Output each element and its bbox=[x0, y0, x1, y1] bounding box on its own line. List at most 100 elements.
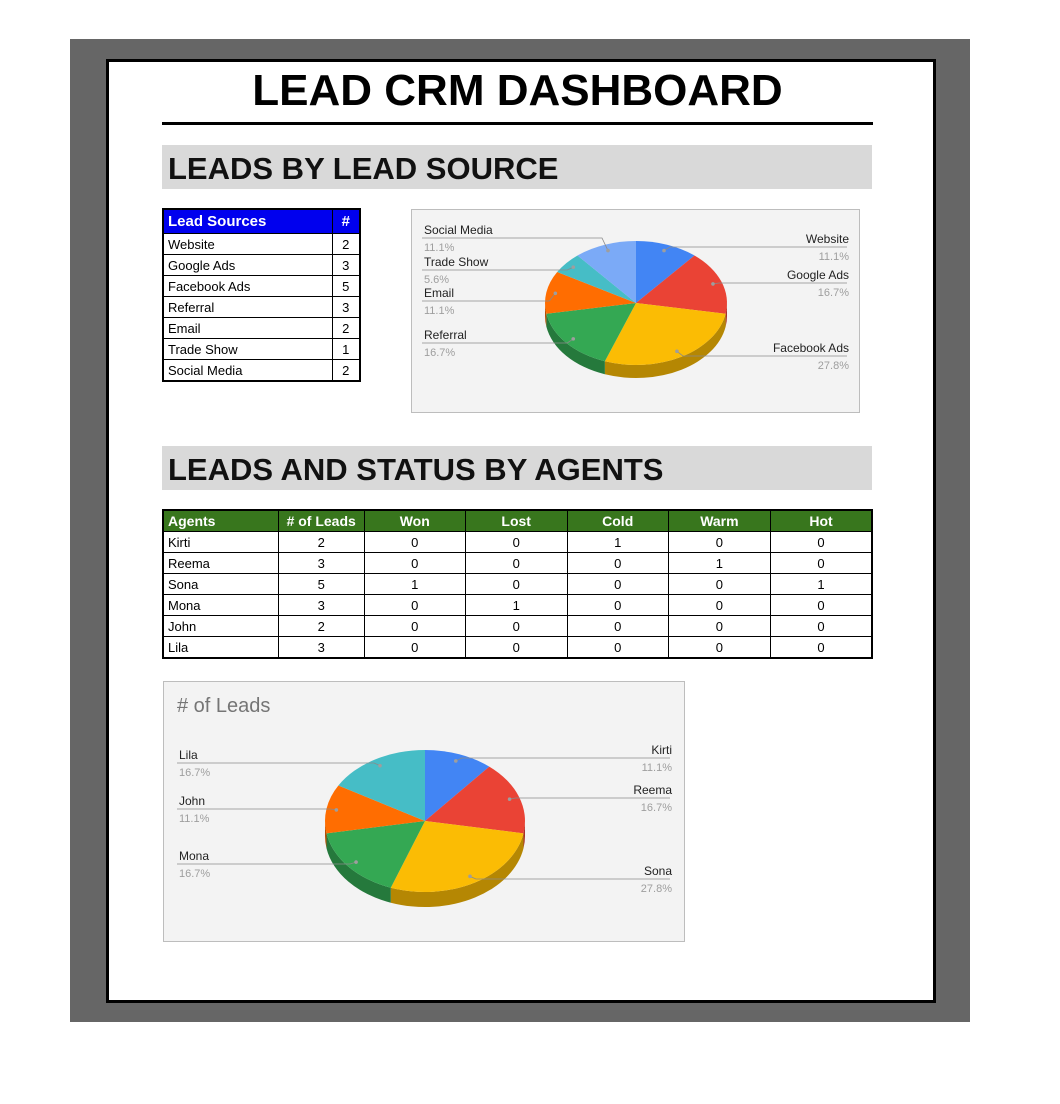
leader-dot bbox=[468, 874, 472, 879]
lead-source-table: Lead Sources # Website 2 Google Ads 3 Facebo… bbox=[162, 208, 361, 382]
lead-source-cell: Social Media bbox=[162, 359, 333, 382]
agent-value-cell: 0 bbox=[363, 552, 466, 574]
leader-dot bbox=[553, 291, 558, 296]
leader-dot bbox=[711, 282, 715, 286]
slice-percent: 11.1% bbox=[642, 762, 673, 774]
agent-value-cell: 0 bbox=[566, 636, 669, 659]
lead-source-pie-chart: Website 11.1% Google Ads 16.7% Facebook Ads 2… bbox=[411, 209, 860, 413]
agent-value-cell: 0 bbox=[464, 615, 568, 637]
leader-dot bbox=[334, 808, 339, 812]
table-row: Kirti 2 0 0 1 0 0 bbox=[162, 531, 873, 553]
slice-label: Mona bbox=[179, 849, 209, 863]
leader-line bbox=[455, 757, 670, 762]
agent-value-cell: 0 bbox=[769, 636, 873, 659]
lead-source-cell: Website bbox=[162, 233, 333, 255]
agent-name-cell: Kirti bbox=[162, 531, 279, 553]
slice-percent: 27.8% bbox=[641, 883, 672, 895]
agent-value-cell: 0 bbox=[363, 615, 466, 637]
agent-value-cell: 1 bbox=[464, 594, 568, 616]
agent-value-cell: 0 bbox=[363, 531, 466, 553]
agent-value-cell: 0 bbox=[667, 636, 771, 659]
slice-label: Sona bbox=[644, 864, 672, 878]
agent-name-cell: John bbox=[162, 615, 279, 637]
section-title: LEADS BY LEAD SOURCE bbox=[168, 151, 559, 186]
slice-label: Google Ads bbox=[787, 268, 849, 282]
page-title: LEAD CRM DASHBOARD bbox=[252, 66, 783, 115]
agent-value-cell: 1 bbox=[566, 531, 669, 553]
agent-value-cell: 0 bbox=[667, 594, 771, 616]
leader-dot bbox=[507, 797, 512, 801]
lead-count-cell: 3 bbox=[331, 254, 361, 276]
slice-percent: 16.7% bbox=[641, 802, 672, 814]
slice-percent: 5.6% bbox=[424, 274, 449, 286]
leader-dot bbox=[606, 248, 610, 253]
agent-value-cell: 3 bbox=[277, 594, 365, 616]
agent-value-cell: 0 bbox=[464, 531, 568, 553]
table-row: Lila 3 0 0 0 0 0 bbox=[162, 636, 873, 659]
lead-count-cell: 5 bbox=[331, 275, 361, 297]
lead-count-cell: 3 bbox=[331, 296, 361, 318]
leader-line bbox=[509, 797, 670, 800]
table-header: Lead Sources bbox=[162, 208, 333, 234]
agent-value-cell: 1 bbox=[667, 552, 771, 574]
slice-label: Lila bbox=[179, 748, 198, 762]
leader-dot bbox=[378, 763, 382, 768]
lead-source-cell: Referral bbox=[162, 296, 333, 318]
slice-label: Website bbox=[806, 232, 849, 246]
slice-percent: 16.7% bbox=[179, 767, 210, 779]
slice-label: Reema bbox=[633, 783, 672, 797]
table-header: Hot bbox=[769, 509, 873, 532]
table-row: Trade Show 1 bbox=[162, 338, 361, 360]
agent-value-cell: 0 bbox=[363, 636, 466, 659]
leader-line bbox=[177, 808, 337, 811]
table-row: Facebook Ads 5 bbox=[162, 275, 361, 297]
agent-name-cell: Mona bbox=[162, 594, 279, 616]
section-title: LEADS AND STATUS BY AGENTS bbox=[168, 452, 664, 487]
agent-name-cell: Sona bbox=[162, 573, 279, 595]
lead-source-cell: Google Ads bbox=[162, 254, 333, 276]
lead-source-cell: Trade Show bbox=[162, 338, 333, 360]
table-row: Referral 3 bbox=[162, 296, 361, 318]
agent-value-cell: 0 bbox=[769, 615, 873, 637]
table-row: Reema 3 0 0 0 1 0 bbox=[162, 552, 873, 574]
leader-line bbox=[712, 282, 847, 285]
leader-dot bbox=[675, 349, 679, 354]
agent-name-cell: Lila bbox=[162, 636, 279, 659]
slice-label: Email bbox=[424, 286, 454, 300]
table-row: Email 2 bbox=[162, 317, 361, 339]
agent-value-cell: 5 bbox=[277, 573, 365, 595]
agent-value-cell: 0 bbox=[363, 594, 466, 616]
agent-value-cell: 3 bbox=[277, 636, 365, 659]
lead-count-cell: 2 bbox=[331, 359, 361, 382]
lead-count-cell: 2 bbox=[331, 317, 361, 339]
table-row: Social Media 2 bbox=[162, 359, 361, 382]
slice-percent: 11.1% bbox=[424, 242, 455, 254]
table-header: # bbox=[331, 208, 361, 234]
agent-value-cell: 0 bbox=[464, 552, 568, 574]
table-header: Warm bbox=[667, 509, 771, 532]
agent-value-cell: 0 bbox=[566, 615, 669, 637]
agent-value-cell: 0 bbox=[566, 573, 669, 595]
lead-count-cell: 1 bbox=[331, 338, 361, 360]
title-divider bbox=[162, 122, 873, 125]
agent-value-cell: 1 bbox=[769, 573, 873, 595]
agent-value-cell: 0 bbox=[566, 594, 669, 616]
table-header: Cold bbox=[566, 509, 669, 532]
table-row: Sona 5 1 0 0 0 1 bbox=[162, 573, 873, 595]
pie-svg: Website 11.1% Google Ads 16.7% Facebook Ads 2… bbox=[422, 223, 849, 378]
slice-label: John bbox=[179, 794, 205, 808]
leads-by-agent-pie-chart: # of Leads Kirti 11.1% Reema 16.7% Sona 27.8%… bbox=[163, 681, 685, 942]
agent-value-cell: 0 bbox=[464, 636, 568, 659]
table-header: # of Leads bbox=[277, 509, 365, 532]
slice-percent: 27.8% bbox=[818, 360, 849, 372]
agent-value-cell: 0 bbox=[667, 573, 771, 595]
leader-dot bbox=[662, 248, 666, 253]
agent-value-cell: 2 bbox=[277, 615, 365, 637]
leader-dot bbox=[571, 337, 576, 341]
table-header: Won bbox=[363, 509, 466, 532]
leader-dot bbox=[354, 860, 358, 864]
agent-value-cell: 0 bbox=[667, 531, 771, 553]
agent-value-cell: 0 bbox=[769, 552, 873, 574]
lead-source-cell: Email bbox=[162, 317, 333, 339]
agent-value-cell: 3 bbox=[277, 552, 365, 574]
